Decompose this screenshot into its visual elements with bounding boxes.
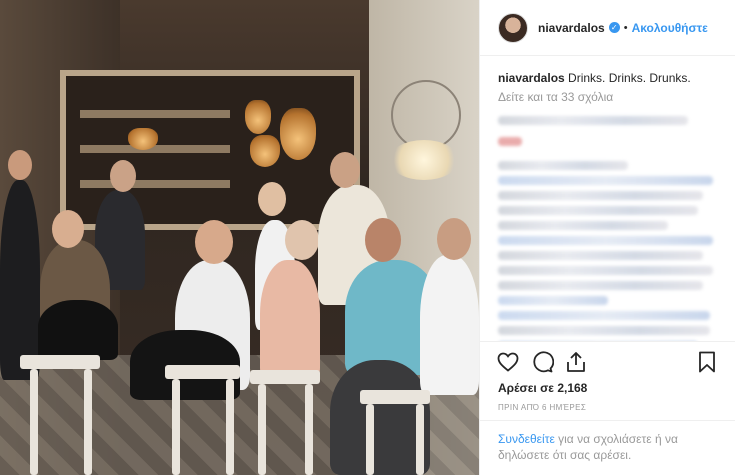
photo-person-head bbox=[8, 150, 32, 180]
like-count[interactable]: Αρέσει σε 2,168 bbox=[480, 381, 735, 399]
blurred-comment-line bbox=[498, 311, 710, 320]
login-link[interactable]: Συνδεθείτε bbox=[498, 432, 555, 446]
post-username[interactable]: niavardalos bbox=[538, 21, 605, 35]
photo-lamp bbox=[280, 108, 316, 160]
photo-person bbox=[0, 180, 40, 380]
blurred-comment-line bbox=[498, 296, 608, 305]
blurred-comment-line bbox=[498, 191, 703, 200]
photo-shelf bbox=[80, 180, 230, 188]
avatar[interactable] bbox=[498, 12, 528, 43]
photo-stool bbox=[165, 365, 240, 379]
photo-lamp bbox=[128, 128, 158, 150]
comment-bubble-icon[interactable] bbox=[530, 350, 555, 374]
photo-stool bbox=[30, 369, 38, 475]
instagram-post: niavardalos ✓ • Ακολουθήστε niavardalos … bbox=[0, 0, 735, 475]
comment-item bbox=[498, 311, 717, 341]
photo-stool bbox=[20, 355, 100, 369]
photo-lamp bbox=[245, 100, 271, 134]
photo-stool bbox=[250, 370, 320, 384]
verified-badge-icon: ✓ bbox=[608, 22, 620, 33]
blurred-comment-line bbox=[498, 176, 713, 185]
photo-stool bbox=[226, 379, 234, 475]
photo-person-head bbox=[365, 218, 401, 262]
comment-item bbox=[498, 266, 717, 305]
photo-stool bbox=[84, 369, 92, 475]
photo-person bbox=[420, 255, 479, 395]
photo-person-head bbox=[285, 220, 319, 260]
blurred-comment-line bbox=[498, 221, 668, 230]
blurred-comment-line bbox=[498, 326, 710, 335]
caption-username[interactable]: niavardalos bbox=[498, 71, 565, 85]
bookmark-icon[interactable] bbox=[695, 350, 719, 374]
heart-icon[interactable] bbox=[496, 350, 520, 374]
photo-person-head bbox=[195, 220, 233, 264]
photo-stool bbox=[172, 379, 180, 475]
photo-lamp bbox=[250, 135, 280, 167]
caption-text: Drinks. Drinks. Drunks. bbox=[564, 71, 691, 85]
separator-dot: • bbox=[623, 21, 628, 34]
photo-person bbox=[330, 360, 430, 475]
photo-person-head bbox=[437, 218, 471, 260]
comment-item bbox=[498, 236, 717, 260]
photo-stool bbox=[416, 404, 424, 475]
photo-wall-light bbox=[389, 140, 459, 180]
comment-item bbox=[498, 116, 717, 155]
blurred-comment-line bbox=[498, 137, 522, 146]
photo-person-head bbox=[52, 210, 84, 248]
photo-stool bbox=[366, 404, 374, 475]
action-bar bbox=[480, 341, 735, 381]
post-photo[interactable] bbox=[0, 0, 479, 475]
login-prompt: Συνδεθείτε για να σχολιάσετε ή να δηλώσε… bbox=[480, 421, 735, 475]
post-sidebar: niavardalos ✓ • Ακολουθήστε niavardalos … bbox=[479, 0, 735, 475]
follow-button[interactable]: Ακολουθήστε bbox=[632, 21, 708, 35]
post-header: niavardalos ✓ • Ακολουθήστε bbox=[480, 0, 735, 56]
blurred-comment-line bbox=[498, 281, 703, 290]
comment-item bbox=[498, 161, 717, 230]
photo-stool bbox=[360, 390, 430, 404]
post-caption: niavardalos Drinks. Drinks. Drunks. bbox=[498, 70, 717, 86]
blurred-comment-line bbox=[498, 116, 688, 125]
photo-person-head bbox=[110, 160, 136, 192]
photo-shelf bbox=[80, 145, 230, 153]
blurred-comment-line bbox=[498, 206, 698, 215]
blurred-comment-line bbox=[498, 266, 713, 275]
blurred-comment-line bbox=[498, 161, 628, 170]
blurred-comment-line bbox=[498, 236, 713, 245]
photo-stool bbox=[305, 384, 313, 475]
photo-shelf bbox=[80, 110, 230, 118]
blurred-comment-line bbox=[498, 251, 703, 260]
photo-person bbox=[38, 300, 118, 360]
share-icon[interactable] bbox=[564, 350, 588, 374]
photo-person bbox=[260, 260, 320, 380]
photo-person-head bbox=[258, 182, 286, 216]
post-timestamp[interactable]: ΠΡΙΝ ΑΠΌ 6 ΗΜΈΡΕΣ bbox=[480, 399, 735, 421]
photo-stool bbox=[258, 384, 266, 475]
comments-section: niavardalos Drinks. Drinks. Drunks. Δείτ… bbox=[480, 56, 735, 341]
photo-person-head bbox=[330, 152, 360, 188]
view-all-comments-link[interactable]: Δείτε και τα 33 σχόλια bbox=[498, 90, 717, 104]
